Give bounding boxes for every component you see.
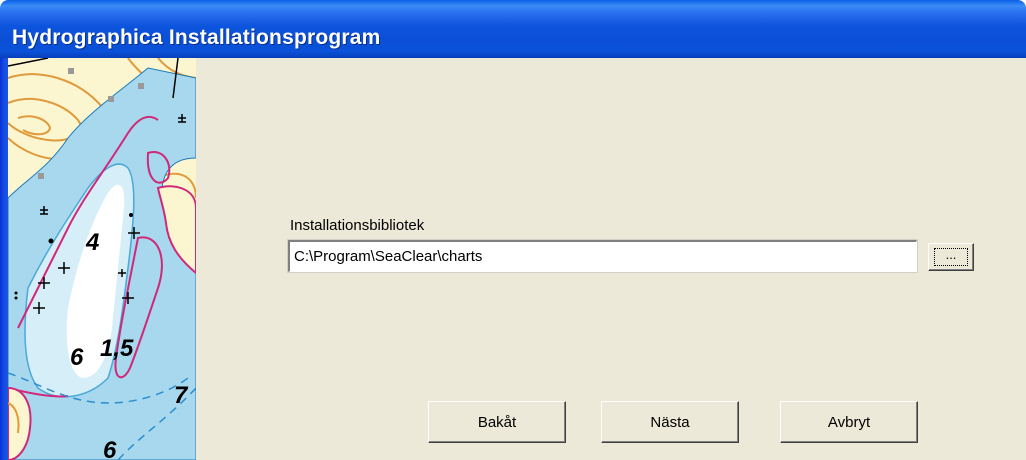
depth-label-6: 6 — [70, 344, 84, 371]
back-button[interactable]: Bakåt — [428, 401, 566, 443]
window-left-border — [0, 58, 8, 460]
install-directory-label: Installationsbibliotek — [290, 217, 425, 234]
browse-button[interactable]: ... — [928, 243, 974, 271]
browse-button-label: ... — [934, 248, 968, 266]
install-path-input[interactable] — [287, 239, 918, 273]
chart-illustration: 4 6 1,5 7 6 — [8, 58, 196, 460]
depth-label-1-5: 1,5 — [100, 335, 134, 362]
title-bar[interactable]: Hydrographica Installationsprogram — [0, 0, 1026, 58]
installer-window: Hydrographica Installationsprogram 4 6 1… — [0, 0, 1026, 460]
nautical-chart-image: 4 6 1,5 7 6 — [8, 58, 196, 460]
next-button[interactable]: Nästa — [601, 401, 739, 443]
depth-label-7: 7 — [174, 382, 189, 409]
window-title: Hydrographica Installationsprogram — [12, 26, 381, 49]
cancel-button[interactable]: Avbryt — [780, 401, 918, 443]
depth-label-6b: 6 — [103, 437, 117, 460]
depth-label-4: 4 — [85, 229, 99, 256]
